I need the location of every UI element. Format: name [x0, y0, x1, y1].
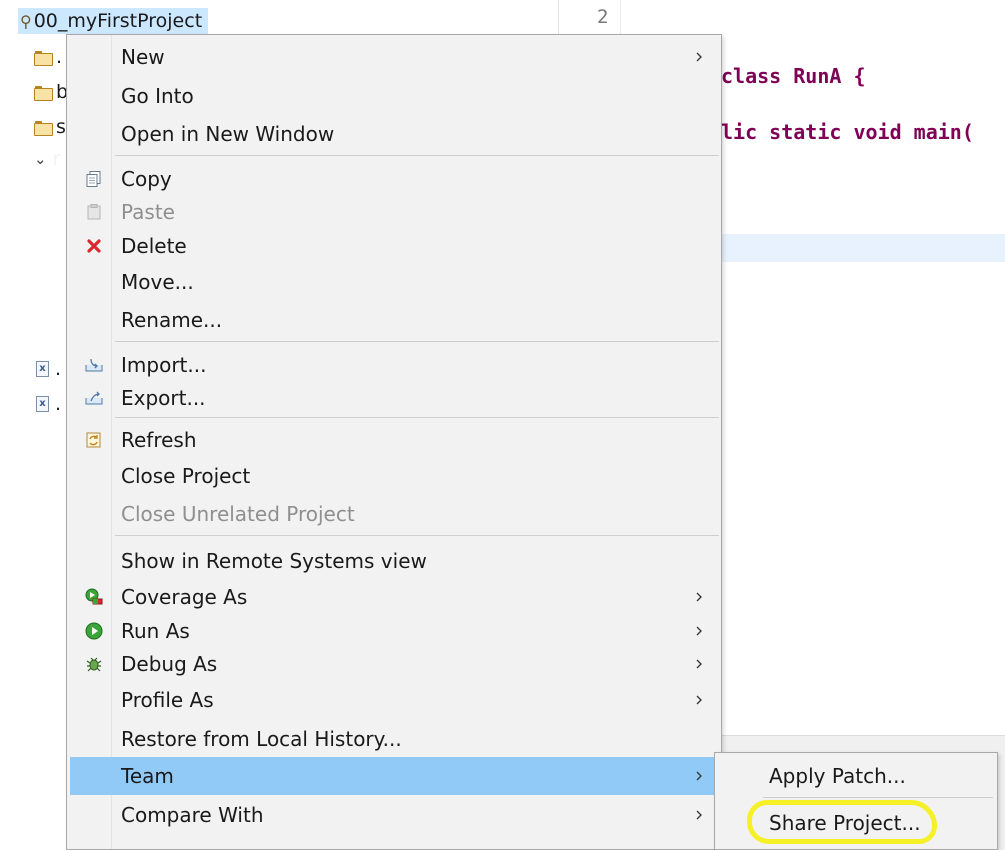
tree-item-label: .: [55, 358, 62, 380]
menu-item-label: Team: [121, 764, 174, 788]
tree-item-label: .: [56, 46, 63, 68]
menu-item-close-project[interactable]: Close Project: [70, 458, 720, 494]
project-tree-root[interactable]: ⚲ 00_myFirstProject: [18, 8, 209, 34]
menu-item-label: Share Project...: [769, 811, 921, 835]
chevron-right-icon: [694, 695, 704, 705]
refresh-icon: [84, 430, 104, 450]
folder-icon: [34, 50, 53, 66]
menu-item-share-project[interactable]: Share Project...: [718, 803, 994, 843]
menu-item-label: Rename...: [121, 308, 223, 332]
menu-item-import[interactable]: Import...: [70, 347, 720, 383]
menu-item-team[interactable]: Team: [70, 757, 720, 795]
project-name: 00_myFirstProject: [33, 10, 203, 32]
menu-item-go-into[interactable]: Go Into: [70, 78, 720, 114]
menu-item-run-as[interactable]: Run As: [70, 613, 720, 649]
tree-item-label: s: [56, 116, 66, 138]
tree-item[interactable]: .: [34, 44, 62, 70]
menu-item-close-unrelated-project[interactable]: Close Unrelated Project: [70, 496, 720, 532]
menu-item-open-in-new-window[interactable]: Open in New Window: [70, 116, 720, 152]
menu-item-label: Show in Remote Systems view: [121, 549, 427, 573]
menu-item-rename[interactable]: Rename...: [70, 302, 720, 338]
chevron-right-icon: [694, 771, 704, 781]
chevron-right-icon: [694, 592, 704, 602]
tree-item[interactable]: x .: [36, 356, 61, 382]
menu-item-profile-as[interactable]: Profile As: [70, 682, 720, 718]
delete-icon: [84, 236, 104, 256]
export-icon: [84, 388, 104, 408]
code-line-main: lic static void main(: [721, 120, 974, 144]
menu-item-copy[interactable]: Copy: [70, 161, 720, 197]
menu-item-apply-patch[interactable]: Apply Patch...: [718, 756, 994, 796]
menu-separator: [115, 535, 719, 536]
chevron-right-icon: [694, 810, 704, 820]
paste-icon: [84, 202, 104, 222]
menu-separator: [115, 155, 719, 156]
xml-file-icon: x: [36, 396, 49, 412]
context-menu: New Go Into Open in New Window Copy Past…: [66, 34, 722, 850]
menu-item-label: Copy: [121, 167, 172, 191]
menu-item-label: Delete: [121, 234, 187, 258]
tree-item[interactable]: s: [34, 114, 66, 140]
coverage-icon: [84, 587, 104, 607]
xml-file-icon: x: [36, 361, 49, 377]
menu-item-label: Run As: [121, 619, 190, 643]
menu-separator: [763, 797, 993, 798]
menu-item-delete[interactable]: Delete: [70, 228, 720, 264]
project-icon: ⚲: [20, 11, 32, 31]
menu-item-label: Move...: [121, 270, 194, 294]
menu-item-label: Coverage As: [121, 585, 248, 609]
menu-item-label: Profile As: [121, 688, 214, 712]
folder-icon: [34, 120, 53, 136]
tree-item[interactable]: ⌄ r: [34, 146, 60, 172]
menu-item-restore-from-local-history[interactable]: Restore from Local History...: [70, 721, 720, 757]
team-submenu: Apply Patch... Share Project...: [714, 752, 998, 850]
menu-item-coverage-as[interactable]: Coverage As: [70, 579, 720, 615]
debug-icon: [84, 654, 104, 674]
menu-item-label: Paste: [121, 200, 175, 224]
chevron-right-icon: [694, 659, 704, 669]
menu-item-move[interactable]: Move...: [70, 264, 720, 300]
menu-item-debug-as[interactable]: Debug As: [70, 646, 720, 682]
run-icon: [84, 621, 104, 641]
menu-item-show-in-remote-systems[interactable]: Show in Remote Systems view: [70, 543, 720, 579]
chevron-down-icon[interactable]: ⌄: [34, 150, 47, 168]
line-number: 2: [597, 6, 609, 28]
menu-item-label: New: [121, 45, 165, 69]
chevron-right-icon: [694, 52, 704, 62]
menu-item-label: Compare With: [121, 803, 264, 827]
chevron-right-icon: [694, 626, 704, 636]
menu-separator: [115, 341, 719, 342]
menu-item-compare-with[interactable]: Compare With: [70, 797, 720, 833]
menu-item-refresh[interactable]: Refresh: [70, 422, 720, 458]
code-line-class: class RunA {: [721, 64, 866, 88]
menu-item-label: Refresh: [121, 428, 197, 452]
folder-icon: [34, 85, 53, 101]
menu-item-new[interactable]: New: [70, 39, 720, 75]
tree-item-label: .: [55, 393, 62, 415]
menu-item-label: Export...: [121, 386, 206, 410]
menu-item-label: Debug As: [121, 652, 218, 676]
menu-item-label: Close Project: [121, 464, 251, 488]
menu-item-label: Restore from Local History...: [121, 727, 402, 751]
menu-item-export[interactable]: Export...: [70, 380, 720, 416]
import-icon: [84, 355, 104, 375]
current-line-highlight: [721, 234, 1005, 262]
tree-item-label: r: [52, 148, 61, 170]
tree-item[interactable]: b: [34, 79, 68, 105]
tree-item[interactable]: x .: [36, 391, 61, 417]
menu-item-label: Go Into: [121, 84, 194, 108]
copy-icon: [84, 169, 104, 189]
menu-item-paste[interactable]: Paste: [70, 194, 720, 230]
menu-item-label: Open in New Window: [121, 122, 335, 146]
menu-item-label: Apply Patch...: [769, 764, 906, 788]
menu-item-label: Import...: [121, 353, 207, 377]
menu-separator: [115, 417, 719, 418]
menu-item-label: Close Unrelated Project: [121, 502, 355, 526]
